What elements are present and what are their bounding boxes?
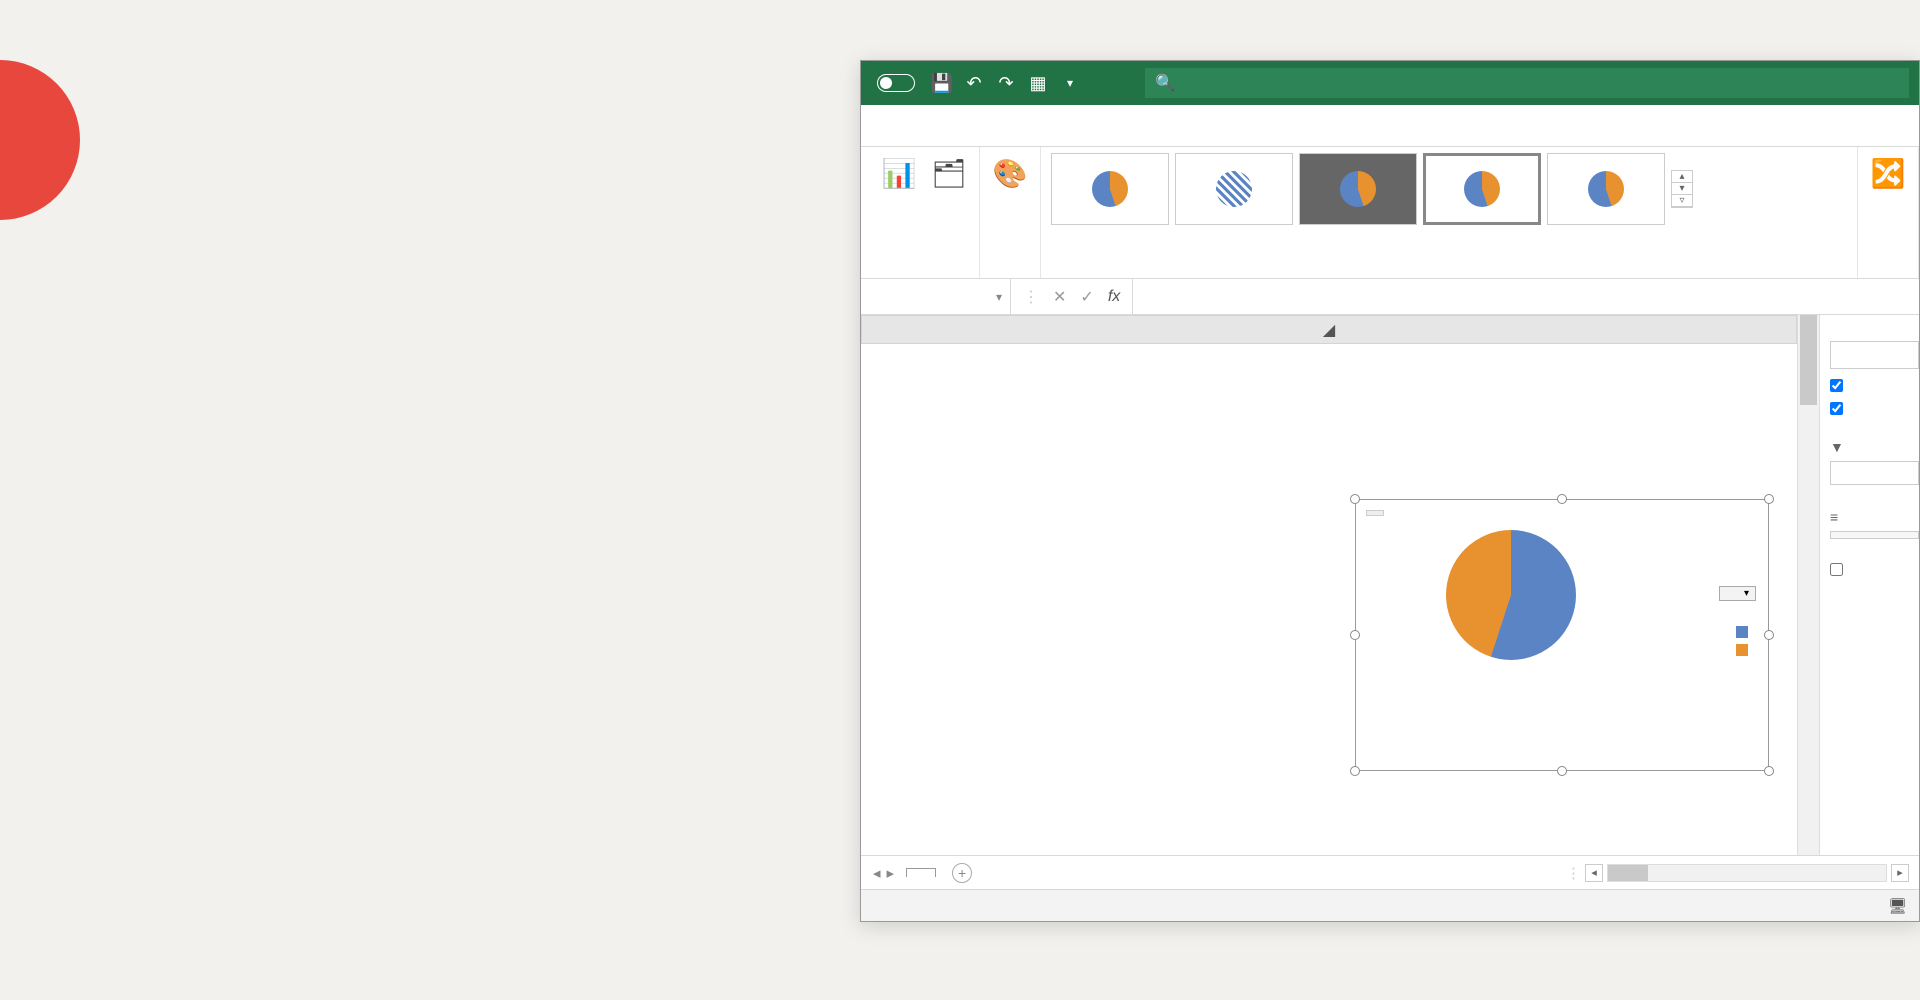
name-box[interactable]: ▾ [861, 279, 1011, 314]
touch-mode-icon[interactable]: ▦ [1027, 72, 1049, 94]
fx-icon[interactable]: fx [1108, 288, 1120, 306]
pie-chart[interactable] [1446, 530, 1576, 660]
autosave-toggle[interactable] [871, 74, 921, 92]
field-search-input[interactable] [1830, 341, 1919, 369]
quick-layout-button[interactable]: 🗂 [929, 153, 969, 197]
quick-layout-icon: 🗂 [929, 153, 969, 193]
change-colors-button[interactable]: 🎨 [990, 153, 1030, 197]
search-icon: 🔍 [1155, 73, 1175, 93]
ribbon-tabs [861, 105, 1919, 147]
group-label [879, 268, 969, 276]
qat-dropdown-icon[interactable]: ▾ [1059, 72, 1081, 94]
redo-icon[interactable]: ↷ [995, 72, 1017, 94]
enter-icon[interactable]: ✓ [1080, 287, 1093, 307]
switch-icon: 🔀 [1868, 153, 1908, 193]
status-bar: 🖥 [861, 889, 1919, 921]
display-settings-button[interactable]: 🖥 [1888, 897, 1907, 915]
save-icon[interactable]: 💾 [931, 72, 953, 94]
hscroll-left-icon[interactable]: ◂ [1585, 864, 1603, 882]
add-chart-element-button[interactable]: 📊 [879, 153, 919, 197]
sheet-tab[interactable] [906, 868, 936, 877]
hscroll-right-icon[interactable]: ▸ [1891, 864, 1909, 882]
chart-legend[interactable] [1736, 620, 1754, 662]
legend-field-dropdown[interactable]: ▾ [1719, 586, 1756, 601]
excel-window: 💾 ↶ ↷ ▦ ▾ 🔍 📊 🗂 [860, 60, 1920, 922]
new-sheet-button[interactable]: + [952, 863, 972, 883]
worksheet-grid[interactable]: ◢ ▾ [861, 315, 1797, 855]
formula-input[interactable] [1132, 279, 1919, 314]
chart-styles-gallery[interactable]: ▴▾▿ [1051, 153, 1693, 225]
search-input[interactable]: 🔍 [1145, 68, 1909, 98]
filters-area[interactable]: ▼ [1830, 439, 1919, 455]
pivotchart-fields-pane: ▼ ≡ [1819, 315, 1919, 855]
undo-icon[interactable]: ↶ [963, 72, 985, 94]
pivot-chart[interactable]: ▾ [1355, 499, 1769, 771]
sheet-tabs-bar: ◂ ▸ + ⋮ ◂ ▸ [861, 855, 1919, 889]
group-label [1051, 268, 1847, 276]
field-checkbox-id[interactable] [1830, 379, 1919, 392]
formula-bar-row: ▾ ⋮ ✕ ✓ fx [861, 279, 1919, 315]
chart-field-button[interactable] [1366, 510, 1384, 516]
ribbon: 📊 🗂 🎨 [861, 147, 1919, 279]
axis-field-pill[interactable] [1830, 531, 1919, 539]
title-bar: 💾 ↶ ↷ ▦ ▾ 🔍 [861, 61, 1919, 105]
cancel-icon[interactable]: ✕ [1053, 287, 1066, 307]
add-chart-icon: 📊 [879, 153, 919, 193]
select-all-cell[interactable]: ◢ [862, 316, 1797, 344]
vertical-scrollbar[interactable] [1797, 315, 1819, 855]
defer-checkbox[interactable] [1830, 563, 1919, 576]
palette-icon: 🎨 [990, 153, 1030, 193]
axis-area[interactable]: ≡ [1830, 509, 1919, 525]
switch-row-column-button[interactable]: 🔀 [1868, 153, 1908, 197]
sheet-nav-next-icon[interactable]: ▸ [887, 864, 895, 882]
field-checkbox-sex[interactable] [1830, 402, 1919, 415]
gallery-scroll[interactable]: ▴▾▿ [1671, 170, 1693, 208]
horizontal-scrollbar[interactable] [1607, 864, 1887, 882]
sheet-nav-prev-icon[interactable]: ◂ [873, 864, 881, 882]
